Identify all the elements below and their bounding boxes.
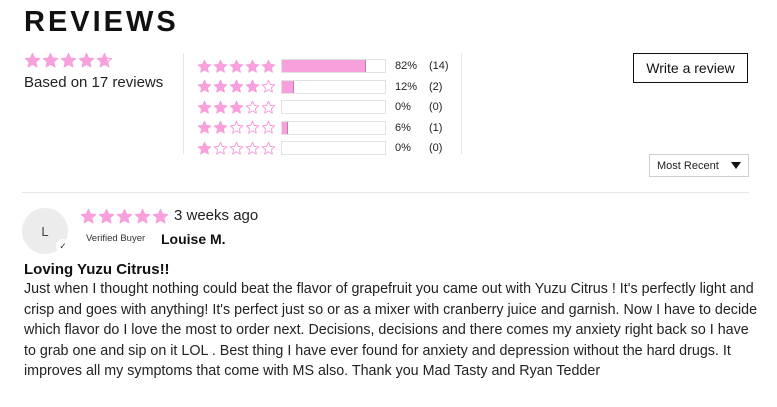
star-empty-icon <box>245 141 260 155</box>
star-filled-icon <box>78 52 95 68</box>
rating-summary: Based on 17 reviews <box>24 52 163 91</box>
divider <box>183 53 184 154</box>
verified-check-icon: ✓ <box>56 239 70 253</box>
star-filled-icon <box>42 52 59 68</box>
star-filled-icon <box>197 121 212 134</box>
histogram-stars <box>197 79 277 94</box>
histogram-row-1-star[interactable]: 0% (0) <box>197 138 449 159</box>
star-filled-icon <box>116 208 133 224</box>
star-filled-icon <box>261 59 276 73</box>
star-empty-icon <box>261 100 276 114</box>
sort-selected-value: Most Recent <box>657 159 719 172</box>
review-date: 3 weeks ago <box>174 207 259 224</box>
histogram-count: (0) <box>429 101 443 114</box>
star-filled-icon <box>197 141 212 155</box>
star-filled-icon <box>229 100 244 114</box>
star-filled-icon <box>213 121 228 134</box>
review-title: Loving Yuzu Citrus!! <box>24 261 170 278</box>
star-filled-icon <box>245 59 260 73</box>
star-empty-icon <box>229 141 244 155</box>
histogram-row-4-star[interactable]: 12% (2) <box>197 77 449 98</box>
write-review-button[interactable]: Write a review <box>633 53 748 83</box>
average-rating-stars <box>24 52 163 69</box>
histogram-stars <box>197 100 277 115</box>
histogram-count: (2) <box>429 80 443 93</box>
review-count-label: Based on 17 reviews <box>24 74 164 91</box>
star-filled-icon <box>229 59 244 73</box>
star-filled-icon <box>229 80 244 93</box>
divider <box>461 53 462 154</box>
histogram-count: (14) <box>429 60 449 73</box>
star-filled-icon <box>245 80 260 93</box>
histogram-percent: 6% <box>395 121 411 134</box>
histogram-bar-track <box>281 79 386 94</box>
star-filled-icon <box>152 208 169 224</box>
histogram-percent: 82% <box>395 60 418 73</box>
histogram-row-3-star[interactable]: 0% (0) <box>197 97 449 118</box>
review-body: Just when I thought nothing could beat t… <box>24 281 758 379</box>
star-filled-icon <box>213 59 228 73</box>
verified-buyer-label: Verified Buyer <box>86 233 146 244</box>
histogram-row-5-star[interactable]: 82% (14) <box>197 56 449 77</box>
star-empty-icon <box>261 141 276 155</box>
star-empty-icon <box>229 121 244 134</box>
rating-histogram: 82% (14) 12% (2) 0% (0) 6% (1) 0% (0) <box>197 56 449 159</box>
histogram-bar-track <box>281 141 386 156</box>
histogram-bar-fill <box>282 121 289 134</box>
histogram-percent: 0% <box>395 101 411 114</box>
star-filled-icon <box>197 80 212 93</box>
star-filled-icon <box>197 59 212 73</box>
histogram-bar-track <box>281 59 386 74</box>
star-empty-icon <box>245 121 260 134</box>
caret-down-icon <box>731 162 741 169</box>
histogram-count: (0) <box>429 142 443 155</box>
star-filled-icon <box>24 52 41 68</box>
star-empty-icon <box>261 80 276 93</box>
page-title: REVIEWS <box>24 6 179 38</box>
star-filled-icon <box>60 52 77 68</box>
histogram-bar-track <box>281 100 386 115</box>
histogram-stars <box>197 120 277 135</box>
star-filled-icon <box>134 208 151 224</box>
review-author: Louise M. <box>161 231 226 247</box>
review-rating-stars <box>80 208 169 225</box>
histogram-row-2-star[interactable]: 6% (1) <box>197 118 449 139</box>
histogram-stars <box>197 59 277 74</box>
histogram-stars <box>197 141 277 156</box>
histogram-bar-fill <box>282 60 367 73</box>
star-filled-icon <box>80 208 97 224</box>
avatar-initial: L <box>41 223 49 239</box>
star-half-icon <box>96 52 113 68</box>
star-filled-icon <box>197 100 212 114</box>
star-filled-icon <box>213 80 228 93</box>
star-filled-icon <box>98 208 115 224</box>
histogram-percent: 0% <box>395 142 411 155</box>
star-empty-icon <box>245 100 260 114</box>
star-empty-icon <box>213 141 228 155</box>
histogram-bar-fill <box>282 80 295 93</box>
sort-select[interactable]: Most Recent <box>649 154 749 177</box>
histogram-percent: 12% <box>395 80 418 93</box>
star-empty-icon <box>261 121 276 134</box>
histogram-bar-track <box>281 120 386 135</box>
divider <box>22 192 749 193</box>
star-filled-icon <box>213 100 228 114</box>
histogram-count: (1) <box>429 121 443 134</box>
